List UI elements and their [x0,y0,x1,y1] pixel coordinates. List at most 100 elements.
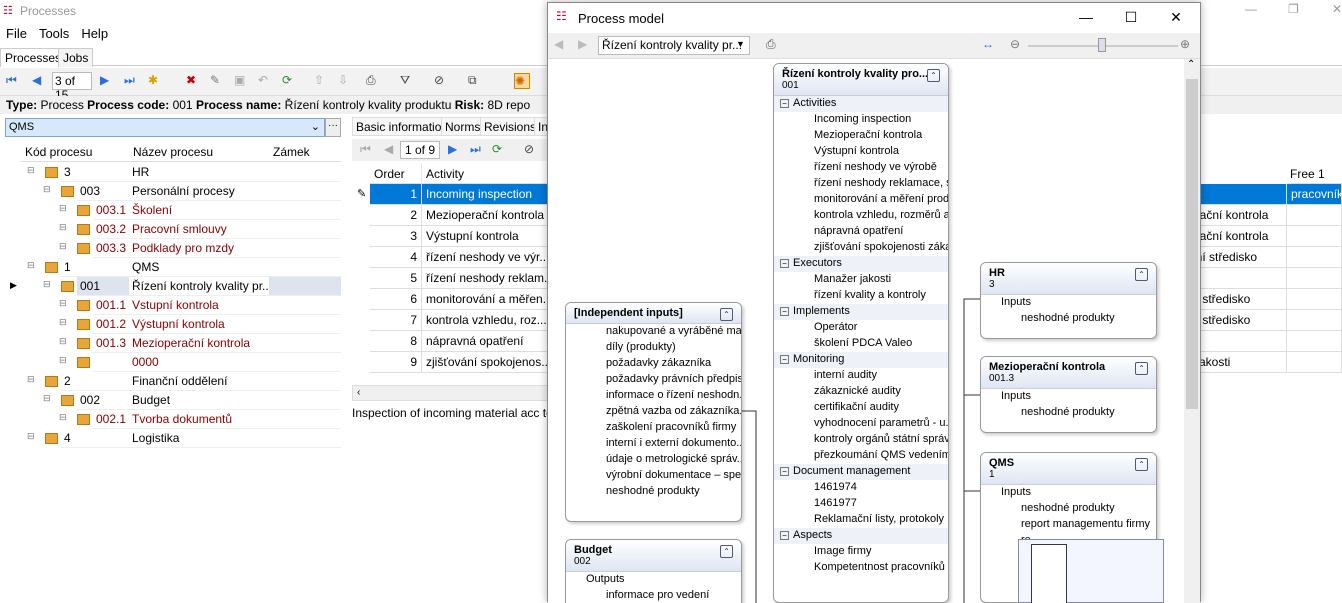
popup-vertical-scrollbar[interactable]: ⌃ [1184,59,1200,603]
collapse-icon[interactable]: ⌃ [720,308,733,321]
close-button[interactable]: ✕ [1332,2,1342,16]
column-header-order[interactable]: Order [370,163,422,184]
refresh-icon[interactable]: ⟳ [282,73,298,89]
column-header-code[interactable]: Kód procesu [21,142,129,162]
move-up-icon[interactable]: ⇧ [314,73,330,89]
popup-close-button[interactable]: ✕ [1168,9,1184,25]
popup-maximize-button[interactable]: ☐ [1123,9,1139,25]
collapse-icon[interactable]: ⌃ [720,545,733,558]
process-model-icon[interactable]: ✺ [514,73,530,89]
menu-file[interactable]: File [0,22,33,41]
fit-width-icon[interactable]: ↔ [982,37,994,51]
column-header-activity[interactable]: Activity [422,163,552,184]
move-down-icon[interactable]: ⇩ [338,73,354,89]
menu-tools[interactable]: Tools [33,22,75,41]
table-row[interactable]: ⊟ 002.1 Tvorba dokumentů [5,410,341,429]
tree-toggle-icon[interactable]: ⊟ [27,165,35,176]
back-icon[interactable]: ◀ [554,37,563,51]
card-section[interactable]: − Monitoring [774,352,948,368]
table-row[interactable]: ⊟ 003 Personální procesy [5,182,341,201]
tree-toggle-icon[interactable]: ⊟ [59,336,67,347]
table-row[interactable]: ⊟ 001.1 Vstupní kontrola [5,296,341,315]
tree-toggle-icon[interactable]: ⊟ [27,431,35,442]
filter-more-button[interactable]: ··· [325,118,341,137]
first-icon[interactable]: ⏮ [360,142,371,157]
delete-icon[interactable]: ✖ [186,73,202,89]
column-header-name[interactable]: Název procesu [129,142,269,162]
prev-icon[interactable]: ◀ [384,142,393,156]
tree-toggle-icon[interactable]: ⊟ [43,184,51,195]
zoom-in-icon[interactable]: ⊕ [1180,37,1190,51]
filter-combo[interactable]: QMS ⌄ [5,118,325,137]
tree-toggle-icon[interactable]: ⊟ [27,374,35,385]
process-card-budget[interactable]: Budget 002 ⌃ Outputs informace pro vedení [565,539,742,603]
table-row[interactable]: ⊟ 001.2 Výstupní kontrola [5,315,341,334]
collapse-icon[interactable]: ⌃ [1135,268,1148,281]
tree-toggle-icon[interactable]: ⊟ [59,412,67,423]
card-section[interactable]: − Executors [774,256,948,272]
collapse-icon[interactable]: ⌃ [1135,458,1148,471]
tab-processes[interactable]: Processes [0,48,67,67]
menu-help[interactable]: Help [75,22,114,41]
tree-toggle-icon[interactable]: ⊟ [59,298,67,309]
print-icon[interactable]: ⎙ [366,73,382,89]
next-icon[interactable]: ▶ [448,142,457,156]
attach-icon[interactable]: ⊘ [434,73,450,89]
tree-toggle-icon[interactable]: ⊟ [43,393,51,404]
tree-toggle-icon[interactable]: ⊟ [59,241,67,252]
filter-icon[interactable]: ⛛ [400,73,416,89]
attach-icon[interactable]: ⊘ [524,142,534,156]
scroll-left-icon[interactable]: ‹ [357,387,360,398]
save-icon[interactable]: ▣ [234,73,250,89]
card-section[interactable]: − Activities [774,96,948,112]
zoom-out-icon[interactable]: ⊖ [1010,37,1020,51]
table-row[interactable]: ⊟ 003.3 Podklady pro mzdy [5,239,341,258]
next-record-icon[interactable]: ▶ [100,73,116,89]
scroll-thumb[interactable] [1186,79,1198,409]
tab-basic-information[interactable]: Basic information [352,117,453,136]
table-row[interactable]: ⊟ 3 HR [5,163,341,182]
last-icon[interactable]: ⏭ [470,142,481,157]
last-record-icon[interactable]: ⏭ [124,73,140,89]
maximize-button[interactable]: ❐ [1288,2,1299,16]
print-icon[interactable]: ⎙ [766,37,776,52]
table-row[interactable]: ⊟ 003.2 Pracovní smlouvy [5,220,341,239]
tab-jobs[interactable]: Jobs [58,48,94,67]
chevron-down-icon[interactable]: ▼ [736,39,745,49]
card-section[interactable]: − Document management [774,464,948,480]
process-combo[interactable]: Řízení kontroly kvality pr... [598,36,750,55]
tree-toggle-icon[interactable]: ⊟ [59,222,67,233]
new-record-icon[interactable]: ✱ [148,73,164,89]
table-row[interactable]: ⊟ 2 Finanční oddělení [5,372,341,391]
table-row[interactable]: ⊟ 002 Budget [5,391,341,410]
tree-toggle-icon[interactable]: ⊟ [59,317,67,328]
collapse-section-icon[interactable]: − [780,354,789,364]
process-card-main[interactable]: Řízení kontroly kvality pro... 001 ⌃ − Activ… [773,63,949,603]
refresh-icon[interactable]: ⟳ [492,142,502,156]
minimize-button[interactable]: — [1245,2,1257,16]
table-row[interactable]: ⊟ 003.1 Školení [5,201,341,220]
collapse-section-icon[interactable]: − [780,530,789,540]
undo-icon[interactable]: ↶ [258,73,274,89]
collapse-section-icon[interactable]: − [780,98,789,108]
scroll-up-icon[interactable]: ⌃ [1187,59,1195,70]
tab-norms[interactable]: Norms [441,117,485,136]
tree-toggle-icon[interactable]: ⊟ [59,203,67,214]
copy-icon[interactable]: ⧉ [468,73,484,89]
collapse-icon[interactable]: ⌃ [927,69,940,82]
diagram-minimap[interactable] [1018,539,1164,603]
column-header-free1[interactable]: Free 1 [1287,163,1342,184]
tree-toggle-icon[interactable]: ⊟ [27,260,35,271]
prev-record-icon[interactable]: ◀ [32,73,48,89]
tab-revisions[interactable]: Revisions [480,117,541,136]
forward-icon[interactable]: ▶ [578,37,587,51]
column-header-lock[interactable]: Zámek [269,142,341,162]
table-row[interactable]: ▶ ⊟ 001 Řízení kontroly kvality pr... [5,277,341,296]
first-record-icon[interactable]: ⏮ [6,73,22,89]
collapse-section-icon[interactable]: − [780,306,789,316]
card-section[interactable]: − Aspects [774,528,948,544]
process-card-independent[interactable]: [Independent inputs] ⌃ nakupované a vyrábě… [565,302,742,522]
collapse-section-icon[interactable]: − [780,466,789,476]
table-row[interactable]: ⊟ 1 QMS [5,258,341,277]
popup-minimize-button[interactable]: — [1078,9,1094,25]
